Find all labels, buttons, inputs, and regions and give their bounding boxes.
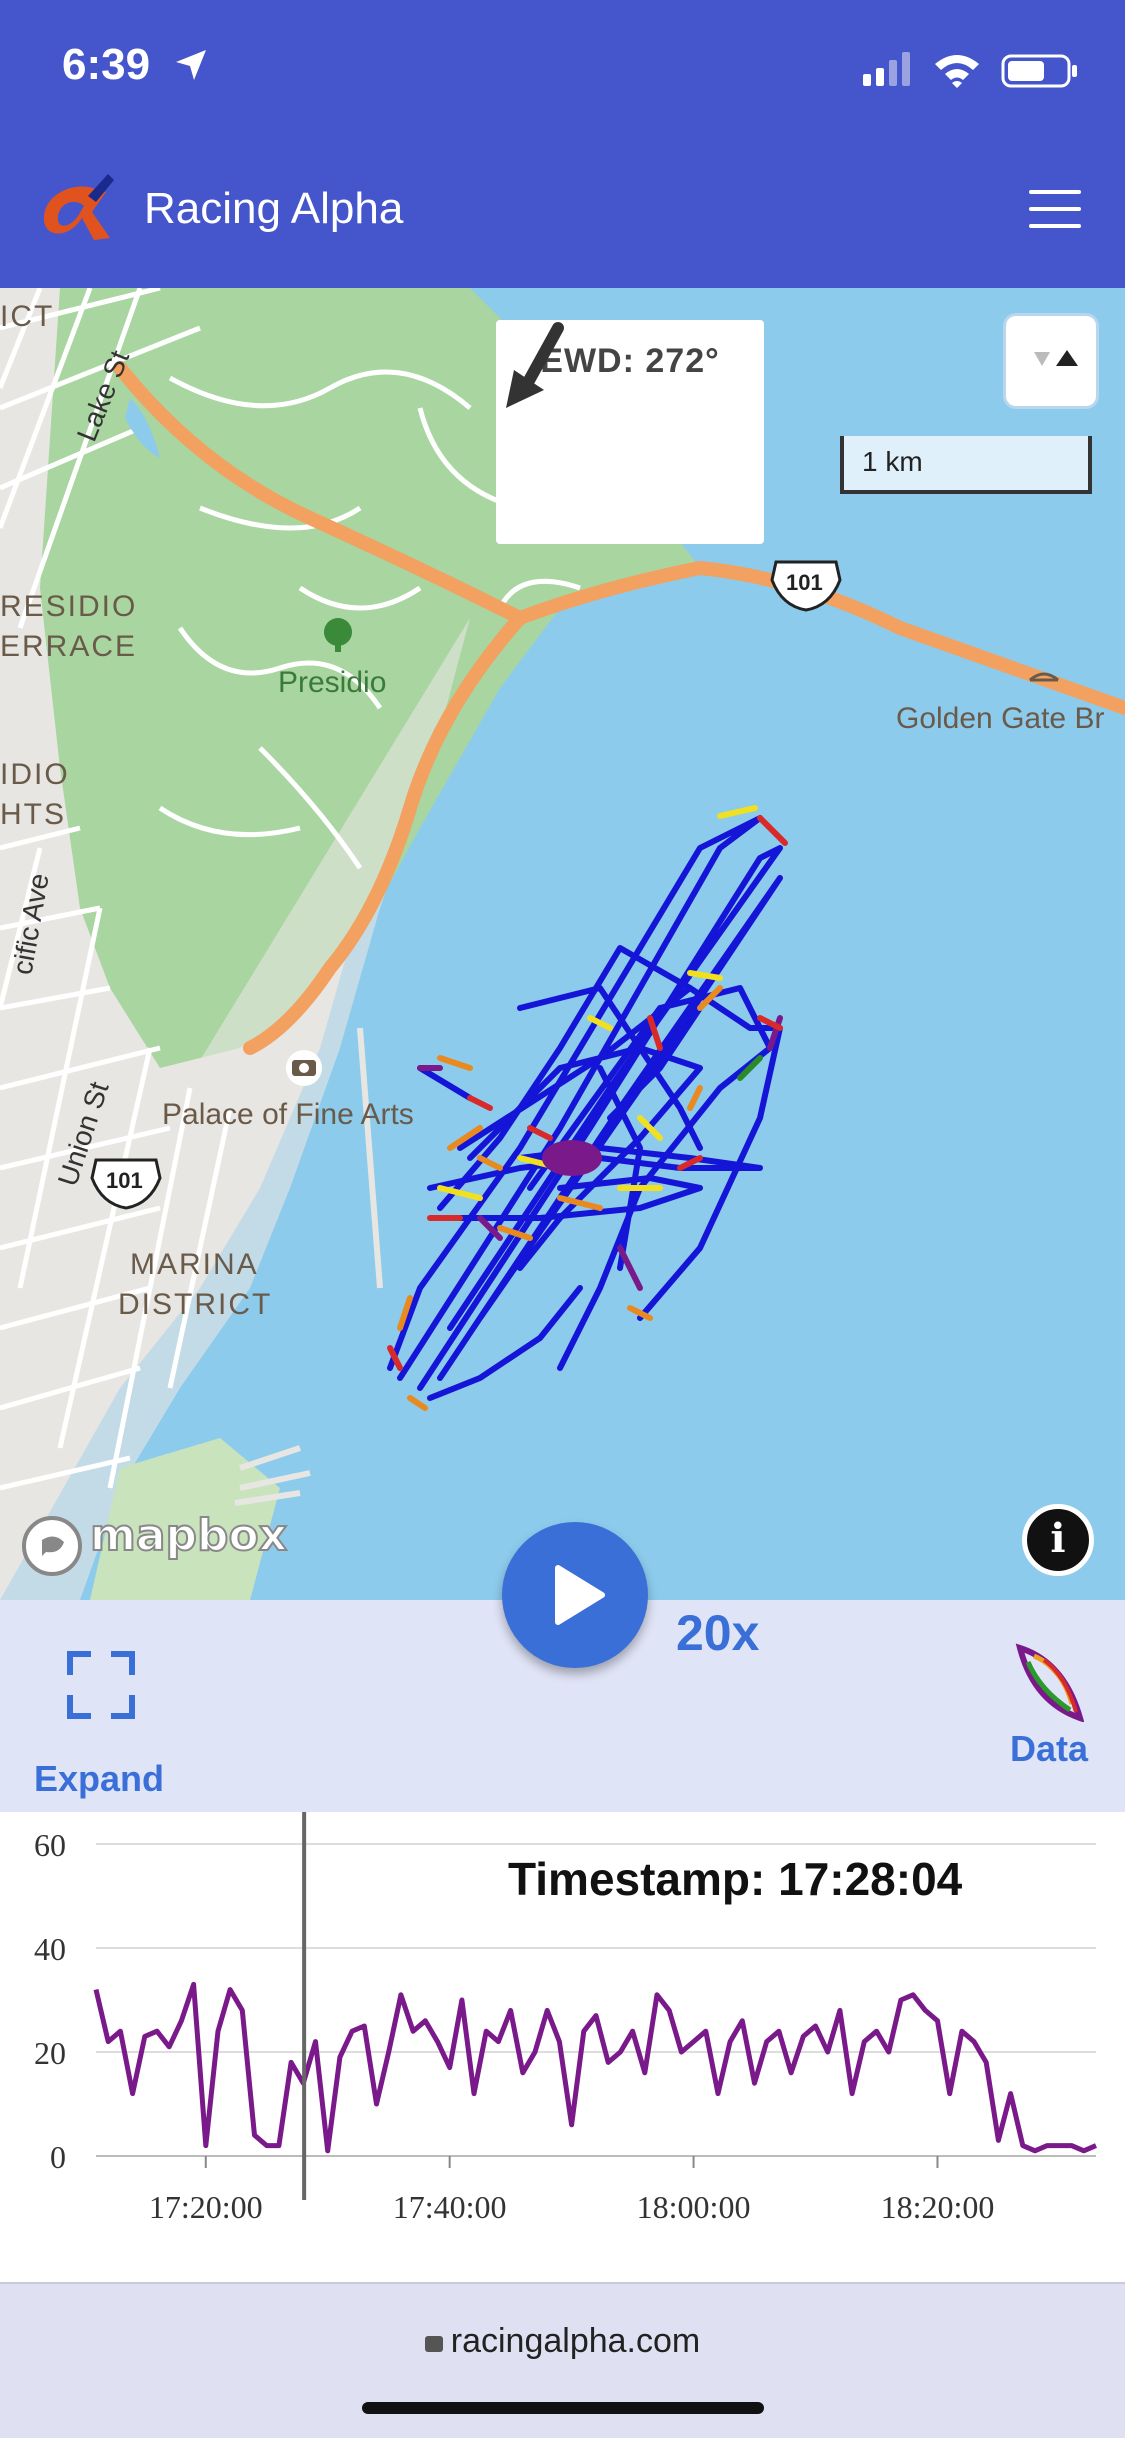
map-label-hwy-101-a: 101 (786, 570, 823, 595)
play-icon (555, 1565, 605, 1625)
speed-series-line (93, 1981, 1097, 2154)
y-tick-label: 40 (34, 1931, 66, 1967)
url-text[interactable]: racingalpha.com (0, 2322, 1125, 2361)
map-label-presidio-heights-1: IDIO (0, 758, 70, 791)
mapbox-attribution[interactable]: mapbox (89, 1509, 288, 1562)
x-tick-label: 18:00:00 (637, 2189, 751, 2225)
data-button[interactable]: Data (1010, 1728, 1088, 1770)
map-info-button[interactable]: i (1022, 1504, 1094, 1576)
wind-direction-panel: EWD: 272° (496, 320, 764, 544)
boat-position-marker (542, 1140, 602, 1176)
speed-chart[interactable]: 0 20 40 60 17:20:00 17:40:00 18:00:00 18:20:00 … (0, 1812, 1125, 2282)
y-tick-label: 60 (34, 1827, 66, 1863)
x-tick-label: 17:20:00 (149, 2189, 263, 2225)
map-label-presidio-heights-2: HTS (0, 798, 66, 831)
mapbox-logo-icon[interactable] (20, 1514, 84, 1578)
app-header: 6:39 Racing Alpha (0, 0, 1125, 288)
map-label-presidio-terrace-1: RESIDIO (0, 590, 138, 623)
y-tick-label: 0 (50, 2139, 66, 2175)
map-label-presidio-terrace-2: ERRACE (0, 630, 138, 663)
signal-icon (863, 74, 871, 86)
map-scale-bar: 1 km (840, 436, 1092, 494)
lock-icon (424, 2336, 443, 2352)
map-label-marina-2: DISTRICT (118, 1288, 273, 1321)
expand-button[interactable]: Expand (34, 1758, 164, 1800)
home-indicator[interactable] (362, 2402, 764, 2414)
compass-icon (1034, 350, 1078, 366)
y-tick-label: 20 (34, 2035, 66, 2071)
location-arrow-icon (176, 50, 206, 80)
boat-data-icon[interactable] (1014, 1642, 1084, 1722)
app-title: Racing Alpha (144, 184, 404, 233)
racing-alpha-logo-icon (43, 174, 114, 240)
map-label-marina-1: MARINA (130, 1248, 259, 1281)
wind-arrow-icon (506, 322, 564, 408)
wifi-icon (935, 55, 979, 88)
compass-reset-button[interactable] (1006, 316, 1096, 406)
camera-icon (286, 1050, 322, 1086)
url-label: racingalpha.com (450, 2322, 701, 2360)
sailing-track (387, 805, 788, 1411)
map-label-palace-of-fine-arts: Palace of Fine Arts (162, 1098, 414, 1131)
map-label-district-top: ICT (0, 300, 55, 333)
browser-url-bar[interactable]: racingalpha.com (0, 2282, 1125, 2438)
map-scale-label: 1 km (862, 446, 923, 477)
expand-icon[interactable] (66, 1650, 136, 1720)
map-label-golden-gate-bridge: Golden Gate Br (896, 702, 1105, 735)
playback-speed[interactable]: 20x (676, 1604, 759, 1662)
hamburger-menu-button[interactable] (1029, 190, 1081, 228)
status-time: 6:39 (62, 40, 151, 89)
status-icons (863, 52, 1077, 88)
map-view[interactable]: Lake St ICT RESIDIO ERRACE IDIO HTS Pres… (0, 288, 1125, 1600)
play-button[interactable] (502, 1522, 648, 1668)
map-label-hwy-101-b: 101 (106, 1168, 143, 1193)
map-label-presidio: Presidio (278, 666, 387, 699)
chart-timestamp: Timestamp: 17:28:04 (508, 1853, 963, 1905)
x-tick-label: 18:20:00 (881, 2189, 995, 2225)
x-tick-label: 17:40:00 (393, 2189, 507, 2225)
